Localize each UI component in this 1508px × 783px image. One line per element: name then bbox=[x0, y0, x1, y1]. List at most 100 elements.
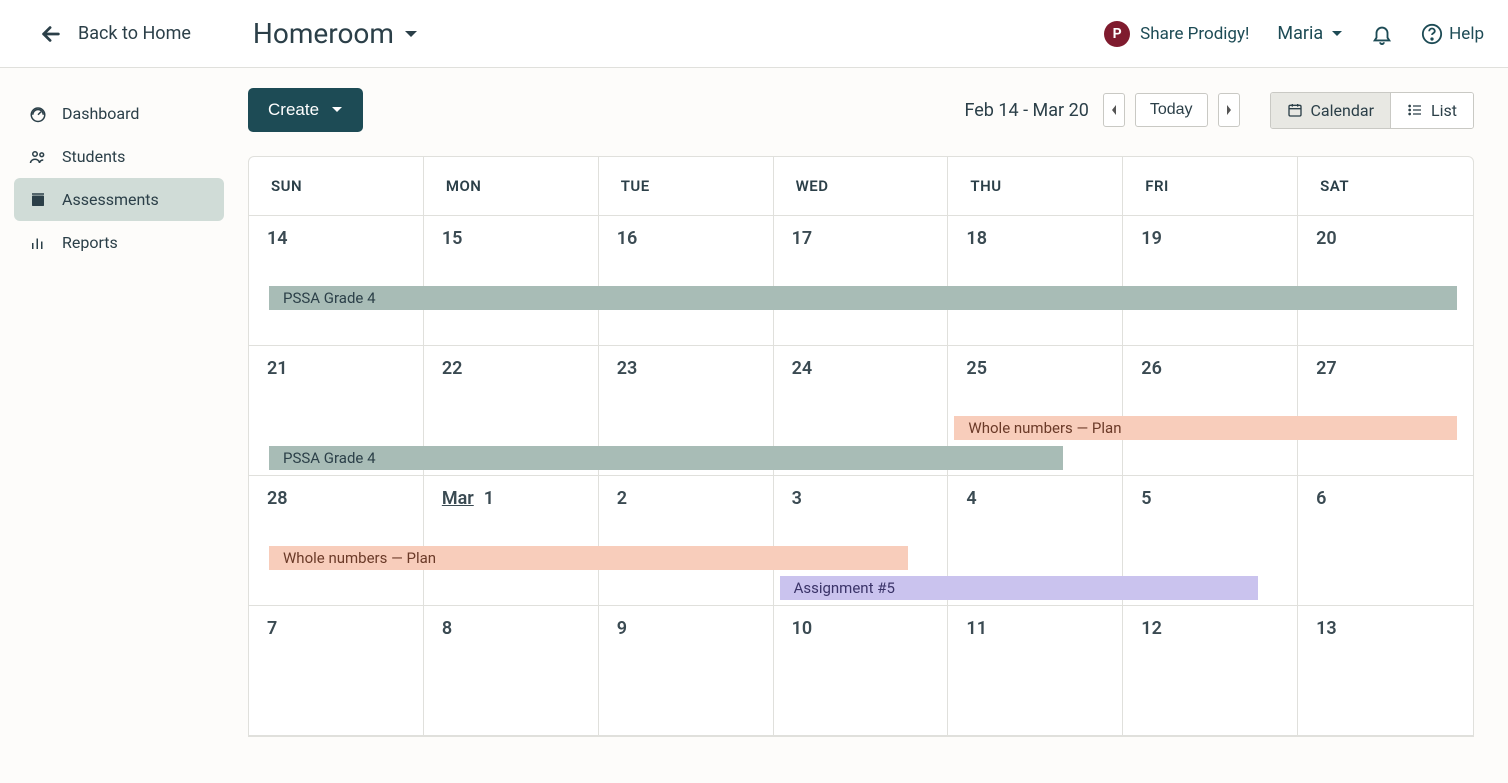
view-calendar-button[interactable]: Calendar bbox=[1271, 93, 1390, 128]
calendar-day-cell[interactable]: 8 bbox=[424, 606, 599, 736]
calendar-day-cell[interactable]: 9 bbox=[599, 606, 774, 736]
calendar-day-cell[interactable]: 27 bbox=[1298, 346, 1473, 476]
day-number: 24 bbox=[792, 358, 930, 379]
day-number: 3 bbox=[792, 488, 930, 509]
calendar: SUNMONTUEWEDTHUFRISAT 141516171819202122… bbox=[248, 156, 1474, 737]
day-header: WED bbox=[774, 157, 949, 216]
today-button[interactable]: Today bbox=[1135, 93, 1208, 127]
day-number: 18 bbox=[966, 228, 1104, 249]
list-view-label: List bbox=[1431, 101, 1457, 120]
day-number: 25 bbox=[966, 358, 1104, 379]
calendar-day-cell[interactable]: 2 bbox=[599, 476, 774, 606]
calendar-event[interactable]: PSSA Grade 4 bbox=[269, 286, 1457, 310]
date-range: Feb 14 - Mar 20 bbox=[964, 100, 1088, 121]
calendar-event[interactable]: Whole numbers — Plan bbox=[954, 416, 1457, 440]
calendar-day-cell[interactable]: 7 bbox=[249, 606, 424, 736]
dashboard-icon bbox=[28, 105, 48, 123]
calendar-day-cell[interactable]: 6 bbox=[1298, 476, 1473, 606]
notifications-button[interactable] bbox=[1371, 23, 1393, 45]
sidebar: Dashboard Students Assessments Reports bbox=[0, 68, 238, 737]
day-number: 19 bbox=[1141, 228, 1279, 249]
today-label: Today bbox=[1150, 101, 1193, 118]
help-icon bbox=[1421, 23, 1443, 45]
calendar-day-cell[interactable]: 17 bbox=[774, 216, 949, 346]
class-selector[interactable]: Homeroom bbox=[253, 17, 418, 50]
calendar-day-cell[interactable]: 15 bbox=[424, 216, 599, 346]
day-number: 23 bbox=[617, 358, 755, 379]
calendar-day-cell[interactable]: 13 bbox=[1298, 606, 1473, 736]
user-name: Maria bbox=[1277, 23, 1323, 44]
chevron-right-icon bbox=[1225, 104, 1233, 116]
calendar-day-cell[interactable]: 11 bbox=[948, 606, 1123, 736]
day-number: 7 bbox=[267, 618, 405, 639]
sidebar-item-dashboard[interactable]: Dashboard bbox=[14, 92, 224, 135]
day-number: 13 bbox=[1316, 618, 1455, 639]
day-number: 4 bbox=[966, 488, 1104, 509]
sidebar-item-students[interactable]: Students bbox=[14, 135, 224, 178]
top-bar: Back to Home Homeroom P Share Prodigy! M… bbox=[0, 0, 1508, 68]
sidebar-item-label: Dashboard bbox=[62, 104, 139, 123]
calendar-day-cell[interactable]: 16 bbox=[599, 216, 774, 346]
day-number: 6 bbox=[1316, 488, 1455, 509]
help-label: Help bbox=[1449, 24, 1484, 44]
students-icon bbox=[28, 148, 48, 166]
calendar-event[interactable]: PSSA Grade 4 bbox=[269, 446, 1063, 470]
day-number: 16 bbox=[617, 228, 755, 249]
day-number: 12 bbox=[1141, 618, 1279, 639]
day-number: 11 bbox=[966, 618, 1104, 639]
sidebar-item-assessments[interactable]: Assessments bbox=[14, 178, 224, 221]
class-name: Homeroom bbox=[253, 17, 394, 50]
share-prodigy-link[interactable]: P Share Prodigy! bbox=[1104, 21, 1249, 47]
calendar-event[interactable]: Whole numbers — Plan bbox=[269, 546, 908, 570]
prev-button[interactable] bbox=[1103, 93, 1125, 127]
day-number: 22 bbox=[442, 358, 580, 379]
day-header: SAT bbox=[1298, 157, 1473, 216]
sidebar-item-label: Reports bbox=[62, 233, 118, 252]
calendar-event[interactable]: Assignment #5 bbox=[780, 576, 1259, 600]
calendar-day-cell[interactable]: 28 bbox=[249, 476, 424, 606]
create-label: Create bbox=[268, 100, 319, 120]
day-header: FRI bbox=[1123, 157, 1298, 216]
toolbar: Create Feb 14 - Mar 20 Today bbox=[248, 88, 1474, 132]
calendar-day-cell[interactable]: Mar1 bbox=[424, 476, 599, 606]
sidebar-item-label: Students bbox=[62, 147, 125, 166]
day-number: 5 bbox=[1141, 488, 1279, 509]
user-menu[interactable]: Maria bbox=[1277, 23, 1343, 44]
day-number: 20 bbox=[1316, 228, 1455, 249]
prodigy-badge-icon: P bbox=[1104, 21, 1130, 47]
reports-icon bbox=[28, 234, 48, 252]
calendar-day-cell[interactable]: 19 bbox=[1123, 216, 1298, 346]
chevron-left-icon bbox=[1110, 104, 1118, 116]
day-number: 8 bbox=[442, 618, 580, 639]
day-number: 2 bbox=[617, 488, 755, 509]
day-number: 27 bbox=[1316, 358, 1455, 379]
create-button[interactable]: Create bbox=[248, 88, 363, 132]
sidebar-item-label: Assessments bbox=[62, 190, 159, 209]
day-number: 28 bbox=[267, 488, 405, 509]
day-header: THU bbox=[948, 157, 1123, 216]
next-button[interactable] bbox=[1218, 93, 1240, 127]
view-list-button[interactable]: List bbox=[1390, 93, 1473, 128]
calendar-day-cell[interactable]: 14 bbox=[249, 216, 424, 346]
caret-down-icon bbox=[404, 29, 418, 39]
day-number: 15 bbox=[442, 228, 580, 249]
back-label: Back to Home bbox=[78, 23, 191, 44]
calendar-day-cell[interactable]: 20 bbox=[1298, 216, 1473, 346]
share-label: Share Prodigy! bbox=[1140, 24, 1249, 44]
day-number: 10 bbox=[792, 618, 930, 639]
day-number: 26 bbox=[1141, 358, 1279, 379]
back-to-home-link[interactable]: Back to Home bbox=[40, 23, 191, 45]
calendar-day-cell[interactable]: 10 bbox=[774, 606, 949, 736]
calendar-day-cell[interactable]: 26 bbox=[1123, 346, 1298, 476]
day-number: 21 bbox=[267, 358, 405, 379]
help-button[interactable]: Help bbox=[1421, 23, 1484, 45]
sidebar-item-reports[interactable]: Reports bbox=[14, 221, 224, 264]
caret-down-icon bbox=[1331, 30, 1343, 38]
calendar-day-cell[interactable]: 12 bbox=[1123, 606, 1298, 736]
day-header: MON bbox=[424, 157, 599, 216]
day-number: 14 bbox=[267, 228, 405, 249]
day-header: TUE bbox=[599, 157, 774, 216]
assessments-icon bbox=[28, 191, 48, 209]
caret-down-icon bbox=[331, 106, 343, 114]
calendar-day-cell[interactable]: 18 bbox=[948, 216, 1123, 346]
